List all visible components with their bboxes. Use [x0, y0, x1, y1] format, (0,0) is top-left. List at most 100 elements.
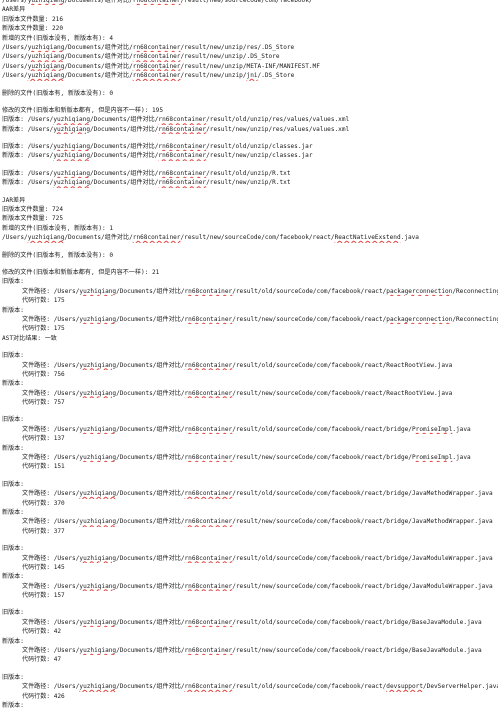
spellcheck-flagged-word: yuzhiqiang [53, 152, 90, 160]
line-text: /Users/ [2, 0, 28, 4]
spellcheck-flagged-word: yuzhiqiang [79, 315, 117, 323]
line-text: /result/old/sourceCode/com/facebook/reac… [232, 683, 387, 691]
spellcheck-flagged-word: yuzhiqiang [27, 0, 65, 4]
spellcheck-flagged-word: rn68container [158, 169, 207, 177]
report-line: 旧版本: [2, 673, 498, 682]
spellcheck-flagged-word: rn68container [132, 62, 181, 70]
report-line: 代码行数: 137 [2, 434, 498, 443]
report-line: 代码行数: 42 [2, 627, 498, 636]
spellcheck-flagged-word: yuzhiqiang [27, 53, 65, 61]
report-line: /Users/yuzhiqiang/Documents/组件对比/rn68con… [2, 71, 498, 80]
spellcheck-flagged-word: yuzhiqiang [27, 62, 65, 70]
spellcheck-flagged-word: yuzhiqiang [79, 454, 117, 462]
line-text: /result/new/unzip/R.txt [206, 179, 291, 187]
spellcheck-flagged-word: yuzhiqiang [79, 618, 117, 626]
line-text: 文件路径: /Users/ [22, 683, 80, 691]
line-text: /.DS_Store [257, 72, 295, 80]
line-text: /result/old/sourceCode/com/facebook/reac… [232, 287, 387, 295]
report-line: 新版本: [2, 306, 498, 315]
spellcheck-flagged-word: rn68container [158, 143, 207, 151]
line-text: 旧版本文件数量: 724 [2, 206, 63, 214]
line-text: /result/old/unzip/res/values/values.xml [206, 116, 350, 124]
line-text: /result/new/unzip/res/.DS_Store [180, 43, 295, 51]
spellcheck-flagged-word: rn68container [184, 490, 233, 498]
report-line: 代码行数: 175 [2, 324, 498, 333]
spellcheck-flagged-word: PromiseImpl [411, 454, 453, 462]
spellcheck-flagged-word: yuzhiqiang [53, 169, 90, 177]
line-text: 新版本: /Users/ [2, 179, 54, 187]
line-text: /Documents/组件对比/ [90, 152, 159, 160]
line-text: 文件路径: /Users/ [22, 287, 80, 295]
line-text: 旧版本: /Users/ [2, 169, 54, 177]
line-text: 文件路径: /Users/ [22, 618, 80, 626]
line-text: 新版本: /Users/ [2, 152, 54, 160]
report-line: 旧版本文件数量: 724 [2, 205, 498, 214]
report-line: AST对比结果: 一致 [2, 334, 498, 343]
report-line: 文件路径: /Users/yuzhiqiang/Documents/组件对比/r… [2, 489, 498, 498]
line-text: 代码行数: 757 [22, 399, 65, 407]
report-line: 代码行数: 151 [2, 462, 498, 471]
line-text: /Documents/组件对比/ [64, 0, 133, 4]
report-line: 文件路径: /Users/yuzhiqiang/Documents/组件对比/r… [2, 389, 498, 398]
report-line: 文件路径: /Users/yuzhiqiang/Documents/组件对比/r… [2, 315, 498, 324]
spellcheck-flagged-word: devsupport [386, 683, 423, 691]
line-text: /result/new/sourceCode/com/facebook/ [180, 0, 313, 4]
report-line: /Users/yuzhiqiang/Documents/组件对比/rn68con… [2, 43, 498, 52]
report-line: 旧版本文件数量: 216 [2, 15, 498, 24]
line-text: 删除的文件(旧版本有, 新版本没有): 0 [2, 89, 113, 97]
line-text: 文件路径: /Users/ [22, 454, 80, 462]
report-line: 文件路径: /Users/yuzhiqiang/Documents/组件对比/r… [2, 425, 498, 434]
report-line: /Users/yuzhiqiang/Documents/组件对比/rn68con… [2, 52, 498, 61]
report-line: 新版本: [2, 379, 498, 388]
report-line: 文件路径: /Users/yuzhiqiang/Documents/组件对比/r… [2, 646, 498, 655]
line-text: /Documents/组件对比/ [116, 683, 185, 691]
report-line: 文件路径: /Users/yuzhiqiang/Documents/组件对比/r… [2, 453, 498, 462]
line-text: /ReconnectingWebSocket.java [452, 315, 498, 323]
report-line: 旧版本: [2, 608, 498, 617]
report-line: 旧版本: [2, 544, 498, 553]
spellcheck-flagged-word: yuzhiqiang [53, 143, 90, 151]
line-text: /Documents/组件对比/ [64, 234, 133, 242]
line-text: /result/old/sourceCode/com/facebook/reac… [232, 618, 482, 626]
spellcheck-flagged-word: rn68container [184, 618, 233, 626]
line-text: 旧版本: [2, 673, 24, 681]
line-text: 新版本文件数量: 725 [2, 215, 63, 223]
line-text: .java [452, 425, 471, 433]
line-text: .java [452, 454, 471, 462]
report-line: 代码行数: 175 [2, 296, 498, 305]
line-text: /Documents/组件对比/ [116, 554, 185, 562]
line-text: 新版本: /Users/ [2, 125, 54, 133]
report-line: 代码行数: 757 [2, 398, 498, 407]
spellcheck-flagged-word: yuzhiqiang [27, 43, 65, 51]
line-text: /DevServerHelper.java [422, 683, 498, 691]
report-line: 新增的文件(旧版本没有, 新版本有): 4 [2, 34, 498, 43]
spellcheck-flagged-word: yuzhiqiang [53, 116, 90, 124]
spellcheck-flagged-word: yuzhiqiang [79, 425, 117, 433]
line-text: /result/old/sourceCode/com/facebook/reac… [232, 554, 493, 562]
report-line: 文件路径: /Users/yuzhiqiang/Documents/组件对比/r… [2, 618, 498, 627]
line-text: 代码行数: 157 [22, 592, 65, 600]
report-line: 新版本文件数量: 220 [2, 24, 498, 33]
report-line: 旧版本: /Users/yuzhiqiang/Documents/组件对比/rn… [2, 169, 498, 178]
line-text: AST对比结果: 一致 [2, 334, 57, 342]
line-text: /Documents/组件对比/ [116, 618, 185, 626]
spellcheck-flagged-word: yuzhiqiang [27, 234, 65, 242]
line-text: /Documents/组件对比/ [116, 389, 185, 397]
spellcheck-flagged-word: jni [246, 72, 258, 80]
spellcheck-flagged-word: rn68container [184, 554, 233, 562]
report-line: 文件路径: /Users/yuzhiqiang/Documents/组件对比/r… [2, 582, 498, 591]
spellcheck-flagged-word: rn68container [184, 582, 233, 590]
line-text: /Documents/组件对比/ [116, 287, 185, 295]
report-line: 新版本: [2, 444, 498, 453]
line-text: /Documents/组件对比/ [90, 179, 159, 187]
spellcheck-flagged-word: rn68container [132, 0, 181, 4]
spellcheck-flagged-word: yuzhiqiang [53, 179, 90, 187]
spellcheck-flagged-word: ReactNativeExstend [334, 234, 401, 242]
line-text: /Documents/组件对比/ [90, 116, 159, 124]
line-text: /Documents/组件对比/ [90, 125, 159, 133]
line-text: 新增的文件(旧版本没有, 新版本有): 1 [2, 224, 113, 232]
line-text: 新版本: [2, 637, 24, 645]
line-text: 新版本: [2, 508, 24, 516]
